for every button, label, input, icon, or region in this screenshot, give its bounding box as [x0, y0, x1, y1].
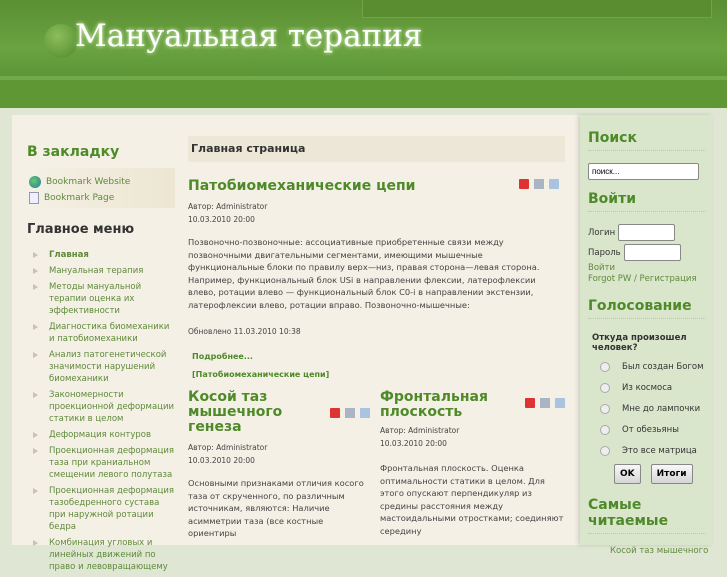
article-date: 10.03.2010 20:00	[380, 439, 447, 448]
read-more-link[interactable]: Подробнее... [Патобиомеханические цепи]	[192, 348, 362, 384]
article-title[interactable]: Косой таз мышечного генеза	[188, 390, 308, 435]
poll-option[interactable]: Это все матрица	[588, 440, 706, 461]
menu-item[interactable]: Деформация контуров	[27, 429, 175, 441]
poll-title: Голосование	[588, 298, 706, 319]
bookmark-website-link[interactable]: Bookmark Website	[29, 174, 175, 190]
login-label: Логин	[588, 227, 616, 238]
search-module: Поиск	[588, 130, 706, 180]
article-author: Автор: Administrator	[380, 426, 460, 435]
print-icon[interactable]	[540, 398, 550, 408]
radio-icon[interactable]	[600, 445, 610, 456]
login-submit-link[interactable]: Войти	[588, 263, 706, 274]
popular-title: Самые читаемые	[588, 497, 706, 534]
article: Фронтальная плоскость Автор: Administrat…	[380, 390, 565, 540]
radio-icon[interactable]	[600, 382, 610, 393]
login-input[interactable]	[618, 224, 676, 241]
article-actions	[330, 407, 370, 418]
menu-item[interactable]: Мануальная терапия	[27, 265, 175, 277]
article-text: Основными признаками отличия косого таза…	[188, 478, 364, 538]
article: Патобиомеханические цепи Автор: Administ…	[188, 179, 565, 384]
vote-ok-button[interactable]: OK	[614, 464, 641, 484]
radio-icon[interactable]	[600, 361, 610, 372]
menu-item[interactable]: Методы мануальной терапии оценка их эффе…	[27, 281, 175, 317]
login-title: Войти	[588, 191, 706, 212]
search-title: Поиск	[588, 130, 706, 151]
pdf-icon[interactable]	[519, 179, 529, 189]
page-heading: Главная страница	[188, 136, 565, 162]
pdf-icon[interactable]	[330, 407, 340, 418]
article-text: Фронтальная плоскость. Оценка оптимально…	[380, 463, 564, 536]
bookmark-website-label: Bookmark Website	[46, 177, 131, 187]
header-box	[362, 0, 712, 18]
article-title[interactable]: Фронтальная плоскость	[380, 390, 500, 420]
password-label: Пароль	[588, 247, 621, 258]
poll-module: Голосование Откуда произошел человек? Бы…	[588, 298, 706, 484]
email-icon[interactable]	[555, 398, 565, 408]
article-text: Позвоночно-позвоночные: ассоциативные пр…	[188, 237, 540, 310]
poll-option[interactable]: Из космоса	[588, 377, 706, 398]
bookmark-box: Bookmark Website Bookmark Page	[27, 168, 175, 208]
poll-question: Откуда произошел человек?	[592, 333, 687, 353]
forgot-register-link[interactable]: Forgot PW / Регистрация	[588, 274, 706, 285]
article-actions	[525, 398, 565, 420]
menu-item[interactable]: Проекционная деформация таза при краниал…	[27, 445, 175, 481]
login-module: Войти Логин Пароль Войти Forgot PW / Рег…	[588, 191, 706, 285]
main-menu: Главная Мануальная терапия Методы мануал…	[27, 249, 175, 573]
poll-option[interactable]: Был создан Богом	[588, 356, 706, 377]
poll-option-label: Из космоса	[622, 382, 673, 393]
print-icon[interactable]	[534, 179, 544, 189]
main-menu-title: Главное меню	[27, 222, 135, 237]
article-date: 10.03.2010 20:00	[188, 215, 255, 224]
article-updated: Обновлено 11.03.2010 10:38	[188, 327, 301, 336]
password-input[interactable]	[623, 244, 681, 261]
bookmark-page-link[interactable]: Bookmark Page	[29, 190, 175, 206]
article-columns: Косой таз мышечного генеза Автор: Admini…	[188, 390, 565, 540]
menu-item[interactable]: Проекционная деформация тазобедренного с…	[27, 485, 175, 533]
poll-option-label: Мне до лампочки	[622, 403, 701, 414]
menu-item[interactable]: Закономерности проекционной деформации с…	[27, 389, 175, 425]
header: Мануальная терапия	[0, 0, 727, 108]
site-title[interactable]: Мануальная терапия	[75, 18, 422, 54]
globe-icon	[29, 176, 41, 188]
pdf-icon[interactable]	[525, 398, 535, 408]
email-icon[interactable]	[549, 179, 559, 189]
menu-item[interactable]: Анализ патогенетической значимости наруш…	[27, 349, 175, 385]
print-icon[interactable]	[345, 407, 355, 418]
article-actions	[519, 179, 559, 194]
article-date: 10.03.2010 20:00	[188, 456, 255, 465]
nav-band	[0, 76, 727, 108]
article-author: Автор: Administrator	[188, 202, 268, 211]
article-author: Автор: Administrator	[188, 443, 268, 452]
radio-icon[interactable]	[600, 403, 610, 414]
radio-icon[interactable]	[600, 424, 610, 435]
poll-option[interactable]: Мне до лампочки	[588, 398, 706, 419]
popular-item[interactable]: Косой таз мышечного	[610, 546, 708, 557]
poll-option-label: Это все матрица	[622, 445, 697, 456]
bookmark-title: В закладку	[27, 144, 120, 160]
article: Косой таз мышечного генеза Автор: Admini…	[188, 390, 370, 540]
page-icon	[29, 192, 39, 204]
email-icon[interactable]	[360, 407, 370, 418]
poll-option-label: Был создан Богом	[622, 361, 704, 372]
left-sidebar: В закладку Bookmark Website Bookmark Pag…	[27, 144, 175, 577]
poll-option[interactable]: От обезьяны	[588, 419, 706, 440]
logo-orb-icon	[44, 24, 78, 58]
poll-results-button[interactable]: Итоги	[650, 464, 693, 484]
poll-option-label: От обезьяны	[622, 424, 679, 435]
menu-item[interactable]: Диагностика биомеханики и патобиомеханик…	[27, 321, 175, 345]
article-title[interactable]: Патобиомеханические цепи	[188, 179, 415, 194]
popular-module: Самые читаемые Косой таз мышечного	[588, 497, 708, 557]
main-content: Главная страница Патобиомеханические цеп…	[188, 136, 565, 540]
menu-item[interactable]: Главная	[27, 249, 175, 261]
bookmark-page-label: Bookmark Page	[44, 193, 115, 203]
search-input[interactable]	[588, 163, 699, 180]
menu-item[interactable]: Комбинация угловых и линейных движений п…	[27, 537, 175, 573]
